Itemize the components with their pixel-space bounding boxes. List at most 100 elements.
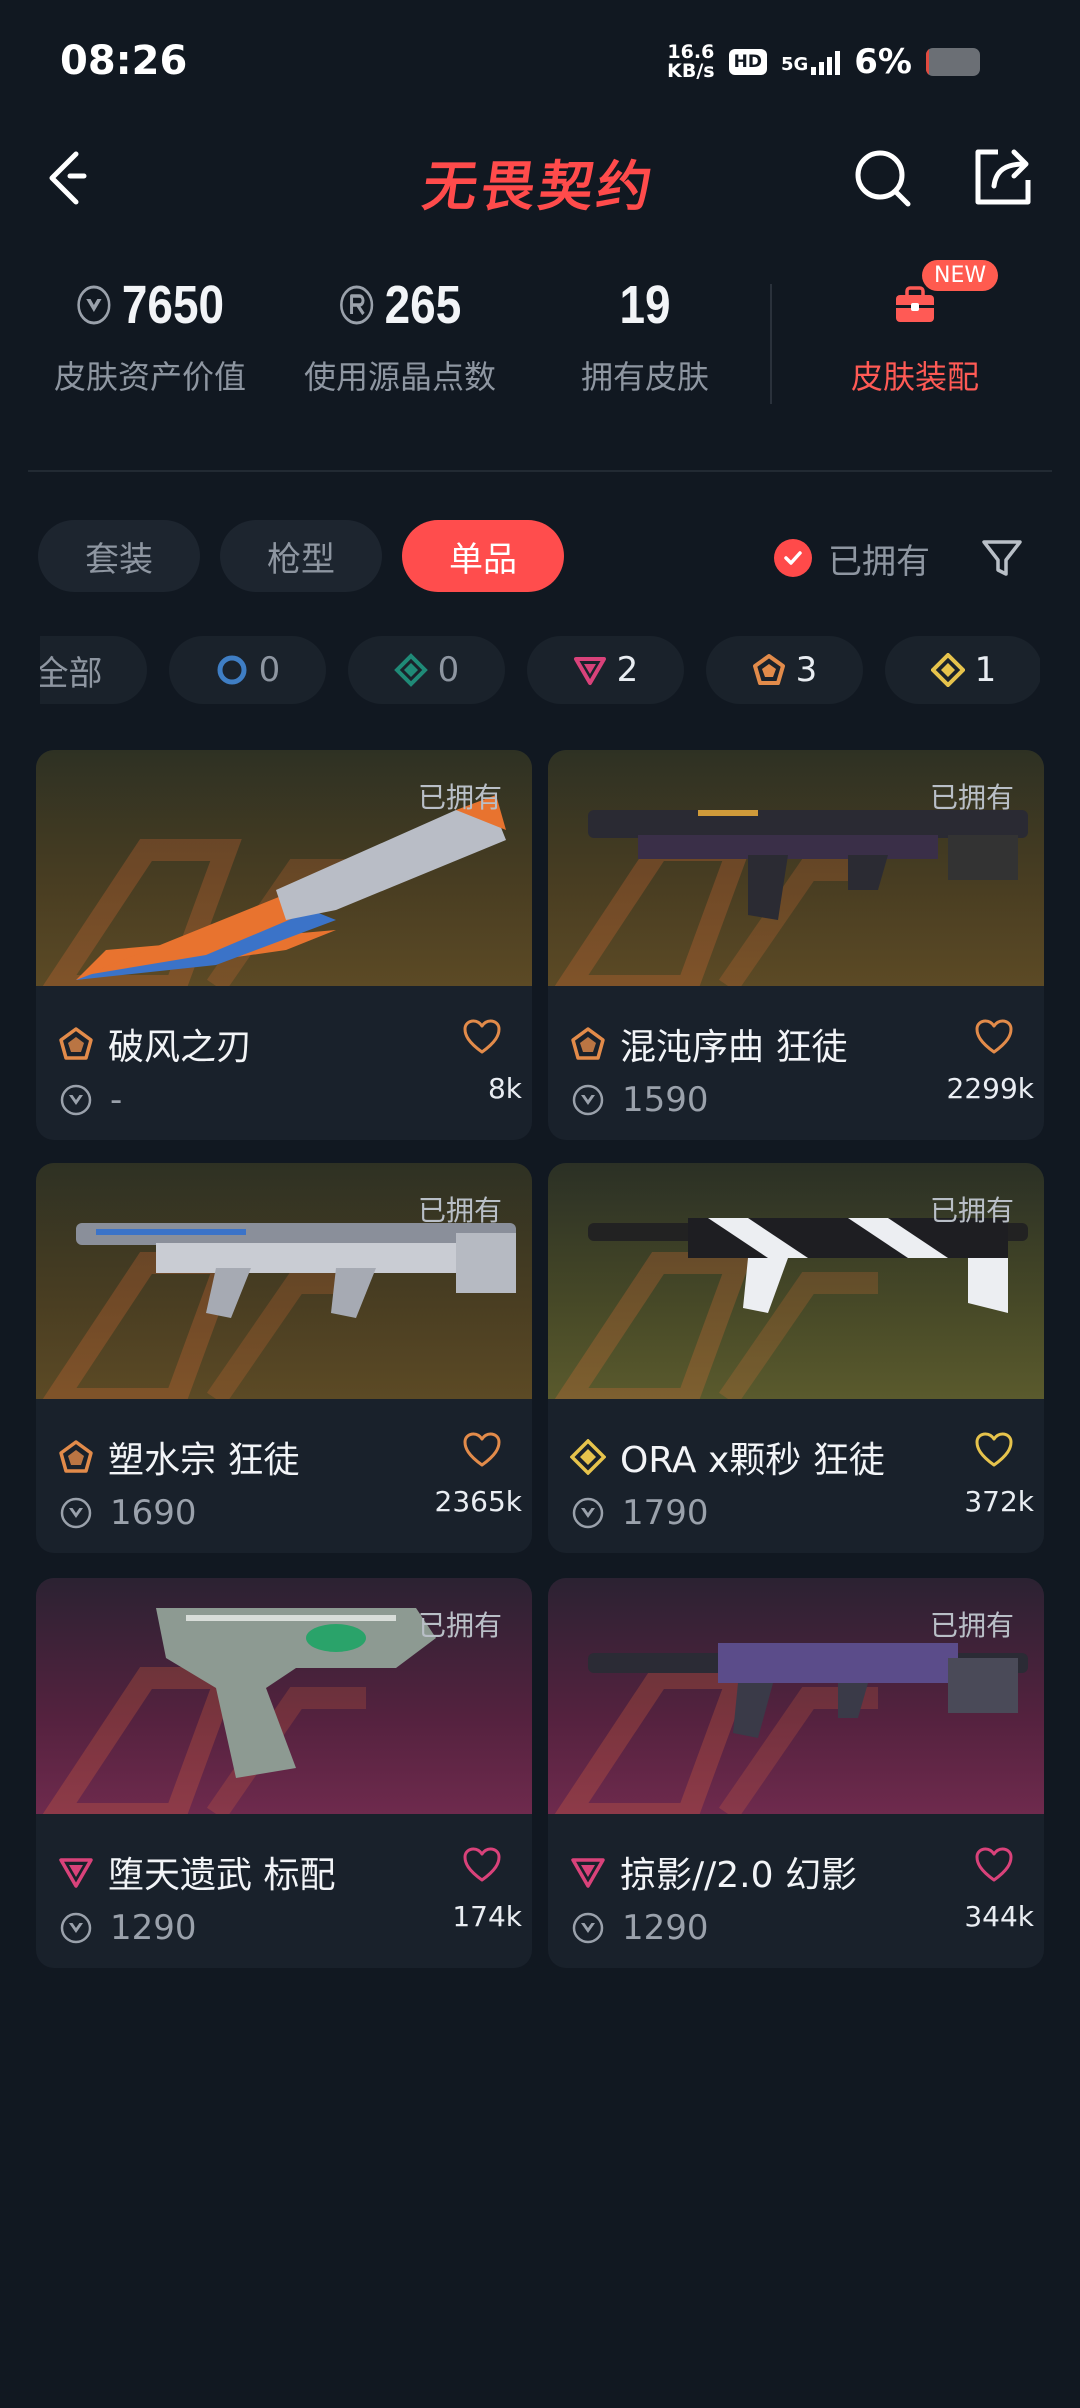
tab-single-item[interactable]: 单品 [402, 520, 564, 592]
price-value: - [110, 1080, 123, 1120]
owned-tag: 已拥有 [417, 1194, 502, 1227]
skin-image: 已拥有 [548, 750, 1044, 986]
ultra-tier-icon [930, 653, 965, 687]
tier-chip-premium[interactable]: 2 [527, 636, 684, 704]
price-value: 1790 [622, 1493, 709, 1533]
heart-icon[interactable] [974, 1018, 1014, 1056]
heart-icon[interactable] [462, 1431, 502, 1469]
hd-icon: HD [728, 49, 767, 75]
vp-icon [572, 1084, 604, 1116]
like-count: 372k [964, 1485, 1034, 1518]
vp-icon [60, 1912, 92, 1944]
skin-price: 1290 [60, 1908, 197, 1948]
skin-image: 已拥有 [36, 1578, 532, 1814]
owned-tag: 已拥有 [929, 1194, 1014, 1227]
skin-title: ORA x颗秒 狂徒 [570, 1431, 885, 1483]
filter-button[interactable] [980, 536, 1024, 580]
stat-value: 19 [619, 275, 671, 335]
tier-chip-count: 0 [437, 650, 460, 690]
skin-price: 1590 [572, 1080, 709, 1120]
tab-weapon-type[interactable]: 枪型 [220, 520, 382, 592]
like-count: 344k [964, 1900, 1034, 1933]
heart-icon[interactable] [462, 1846, 502, 1884]
search-button[interactable] [848, 142, 918, 212]
like-count: 174k [452, 1900, 522, 1933]
exclusive-tier-icon [752, 654, 785, 685]
skin-card[interactable]: 已拥有 破风之刃 - 8k [36, 750, 532, 1140]
skin-card[interactable]: 已拥有 混沌序曲 狂徒 1590 2299k [548, 750, 1044, 1140]
stats-row: 7650 皮肤资产价值 265 使用源晶点数 19 拥有皮肤 NEW 皮肤装配 [0, 260, 1080, 430]
category-tabs: 套装 枪型 单品 [38, 520, 564, 592]
tier-chip-select[interactable]: 0 [169, 636, 326, 704]
back-button[interactable] [38, 140, 108, 210]
skin-name: 破风之刃 [108, 1027, 253, 1068]
tier-chip-count: 2 [616, 650, 639, 690]
owned-filter-toggle[interactable]: 已拥有 [774, 528, 930, 588]
skin-title: 塑水宗 狂徒 [58, 1431, 299, 1483]
divider [770, 284, 772, 404]
status-time: 08:26 [60, 38, 188, 84]
vp-icon [60, 1497, 92, 1529]
like-count: 2299k [946, 1072, 1034, 1105]
stat-value: 7650 [121, 275, 225, 335]
checkmark-icon [774, 539, 812, 577]
battery-icon [926, 48, 980, 76]
owned-tag: 已拥有 [929, 1609, 1014, 1642]
tier-chip-count: 0 [258, 650, 281, 690]
share-icon [975, 149, 1031, 205]
skin-card[interactable]: 已拥有 塑水宗 狂徒 1690 2365k [36, 1163, 532, 1553]
chevron-left-icon [49, 151, 87, 205]
like-count: 8k [487, 1072, 522, 1105]
briefcase-icon [896, 286, 934, 322]
skin-name: 堕天遗武 标配 [108, 1855, 336, 1896]
vp-icon [60, 1084, 92, 1116]
radianite-icon [340, 285, 374, 325]
like-count: 2365k [434, 1485, 522, 1518]
owned-tag: 已拥有 [417, 1609, 502, 1642]
search-icon [855, 150, 911, 207]
skin-name: 塑水宗 狂徒 [108, 1440, 300, 1481]
skin-image: 已拥有 [548, 1578, 1044, 1814]
tier-chip-deluxe[interactable]: 0 [348, 636, 505, 704]
share-button[interactable] [968, 140, 1038, 210]
top-bar: 无畏契约 [0, 120, 1080, 230]
skin-card[interactable]: 已拥有 ORA x颗秒 狂徒 1790 372k [548, 1163, 1044, 1553]
tier-filter-scroller[interactable]: 全部 0 0 2 3 1 [40, 636, 1040, 706]
skin-name: ORA x颗秒 狂徒 [620, 1440, 885, 1481]
skin-price: 1290 [572, 1908, 709, 1948]
skin-price: - [60, 1080, 122, 1120]
skin-price: 1790 [572, 1493, 709, 1533]
tier-chip-count: 3 [795, 650, 818, 690]
tier-chip-ultra[interactable]: 1 [885, 636, 1040, 704]
owned-tag: 已拥有 [417, 781, 502, 814]
price-value: 1290 [622, 1908, 709, 1948]
heart-icon[interactable] [974, 1846, 1014, 1884]
stat-label: 拥有皮肤 [580, 358, 709, 396]
tier-chip-exclusive[interactable]: 3 [706, 636, 863, 704]
stat-value: 265 [384, 275, 462, 335]
skin-title: 混沌序曲 狂徒 [570, 1018, 847, 1070]
skin-title: 破风之刃 [58, 1018, 252, 1070]
vp-icon [77, 285, 111, 325]
exclusive-tier-icon [59, 1440, 93, 1473]
status-icons: 16.6 KB/s HD 5G 6% [667, 40, 980, 84]
skin-image: 已拥有 [548, 1163, 1044, 1399]
skin-image: 已拥有 [36, 750, 532, 986]
price-value: 1590 [622, 1080, 709, 1120]
tier-chip-all[interactable]: 全部 [40, 636, 147, 704]
battery-percent: 6% [854, 42, 912, 82]
skin-loadout-button[interactable]: NEW 皮肤装配 [830, 260, 1000, 398]
skin-name: 掠影//2.0 幻影 [620, 1855, 857, 1896]
tier-chip-count: 1 [974, 650, 997, 690]
heart-icon[interactable] [462, 1018, 502, 1056]
skin-card[interactable]: 已拥有 掠影//2.0 幻影 1290 344k [548, 1578, 1044, 1968]
vp-icon [572, 1912, 604, 1944]
stat-radianite: 265 使用源晶点数 [290, 270, 510, 420]
skin-name: 混沌序曲 狂徒 [620, 1027, 848, 1068]
tab-bundle[interactable]: 套装 [38, 520, 200, 592]
heart-icon[interactable] [974, 1431, 1014, 1469]
price-value: 1690 [110, 1493, 197, 1533]
app-logo-title: 无畏契约 [418, 155, 660, 218]
skin-card[interactable]: 已拥有 堕天遗武 标配 1290 174k [36, 1578, 532, 1968]
tier-chip-label: 全部 [40, 653, 103, 694]
